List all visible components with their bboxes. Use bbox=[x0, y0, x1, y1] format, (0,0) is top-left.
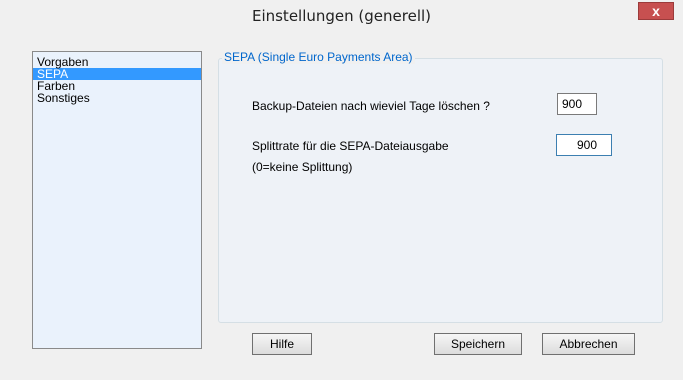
nav-item-sonstiges[interactable]: Sonstiges bbox=[33, 92, 201, 104]
close-icon: x bbox=[652, 3, 660, 19]
window-title: Einstellungen (generell) bbox=[251, 7, 432, 25]
backup-days-label: Backup-Dateien nach wieviel Tage löschen… bbox=[252, 99, 490, 113]
backup-days-input[interactable] bbox=[557, 93, 597, 115]
title-bar[interactable]: Einstellungen (generell) x bbox=[0, 0, 683, 37]
sepa-group-legend: SEPA (Single Euro Payments Area) bbox=[222, 50, 415, 64]
split-rate-label: Splittrate für die SEPA-Dateiausgabe bbox=[252, 139, 449, 153]
settings-dialog: Einstellungen (generell) x Vorgaben SEPA… bbox=[0, 0, 683, 380]
window-frame-left bbox=[0, 36, 8, 380]
save-button[interactable]: Speichern bbox=[434, 333, 522, 355]
sepa-groupbox: SEPA (Single Euro Payments Area) Backup-… bbox=[218, 50, 663, 323]
split-rate-hint: (0=keine Splittung) bbox=[252, 160, 353, 174]
split-rate-input[interactable] bbox=[556, 134, 612, 156]
cancel-button[interactable]: Abbrechen bbox=[542, 333, 635, 355]
close-button[interactable]: x bbox=[638, 2, 674, 20]
settings-category-list[interactable]: Vorgaben SEPA Farben Sonstiges bbox=[32, 51, 202, 349]
help-button[interactable]: Hilfe bbox=[252, 333, 312, 355]
dialog-content: Vorgaben SEPA Farben Sonstiges SEPA (Sin… bbox=[8, 36, 683, 380]
